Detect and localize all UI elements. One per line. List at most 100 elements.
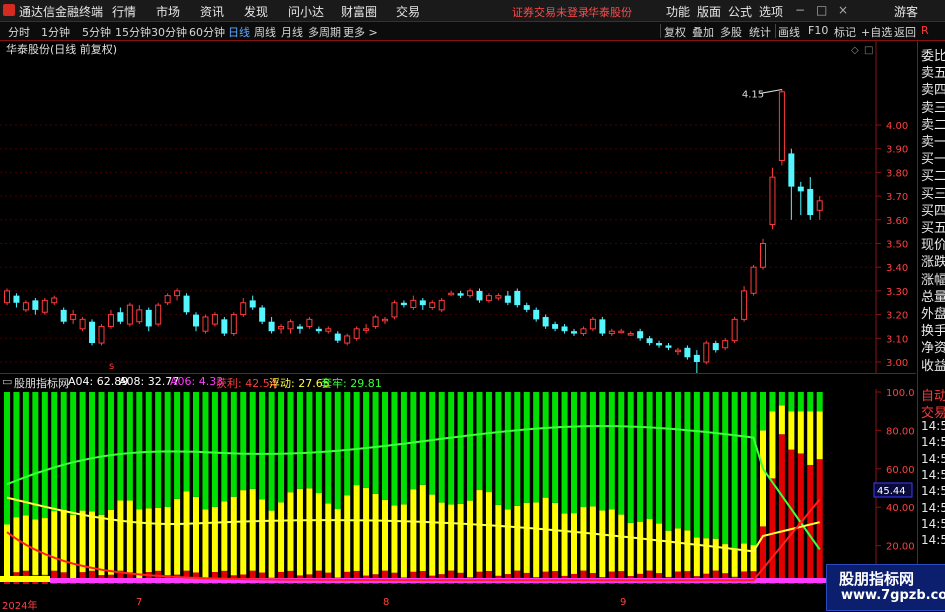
menu-item-gongshi[interactable]: 公式 [728,3,752,20]
candle-body [136,309,143,323]
candlestick-series[interactable] [4,89,823,373]
menu-item-caifuquan[interactable]: 财富圈 [341,3,377,20]
float-bar [608,509,615,572]
user-label[interactable]: 游客 [894,3,918,20]
quote-field-label[interactable]: 总量 [921,286,945,305]
price-tick-label: 3.10 [886,334,908,345]
trapped-bar [22,392,29,516]
candle-body [656,343,663,346]
indicator-chart[interactable]: 100.0 80.00 60.00 40.00 20.00 45.44 [0,389,916,599]
period-multi[interactable]: 多周期 [308,24,341,40]
menu-item-faxian[interactable]: 发现 [244,3,268,20]
quote-field-label[interactable]: 涨幅 [921,269,945,288]
period-fenshi[interactable]: 分时 [8,24,30,40]
quote-field-label[interactable]: 换手 [921,320,945,339]
candle-body [155,304,162,325]
float-bar [13,517,20,573]
float-bar [542,497,549,572]
candle-body [788,153,795,187]
float-bar [145,508,152,573]
quote-field-label[interactable]: 买四 [921,200,945,219]
action-back[interactable]: 返回 [894,24,916,40]
action-fuquan[interactable]: 复权 [664,24,686,40]
candle-body [599,319,606,334]
period-week[interactable]: 周线 [254,24,276,40]
quote-field-label[interactable]: 卖一 [921,131,945,150]
quote-field-label[interactable]: 现价 [921,234,945,253]
menu-item-banmian[interactable]: 版面 [697,3,721,20]
period-1min[interactable]: 1分钟 [41,24,70,40]
candle-body [353,328,360,339]
float-bar [136,509,143,578]
float-bar [363,487,370,576]
candle-body [107,314,114,327]
trade-login-warning[interactable]: 证券交易未登录 [512,4,589,20]
price-chart[interactable]: 4.00 3.90 3.80 3.70 3.60 3.50 3.40 3.30 3.20 3.10… [0,41,916,373]
profit-bar [816,459,823,584]
menu-item-jiaoyi[interactable]: 交易 [396,3,420,20]
quote-field-label[interactable]: 卖二 [921,114,945,133]
maximize-button[interactable]: □ [816,3,827,17]
period-more[interactable]: 更多 > [343,24,378,40]
quote-field-label[interactable]: 买三 [921,183,945,202]
candle-body [79,318,86,330]
quote-field-label[interactable]: 外盘 [921,303,945,322]
menu-item-xuanxiang[interactable]: 选项 [759,3,783,20]
float-bar [589,506,596,574]
action-huaxian[interactable]: 画线 [778,24,800,40]
period-5min[interactable]: 5分钟 [82,24,111,40]
trapped-bar [665,392,672,531]
period-60min[interactable]: 60分钟 [189,24,225,40]
float-bar [278,502,285,572]
tick-time: 14:56 [921,516,945,531]
indicator-menu-icon[interactable]: ▭ [2,375,12,388]
action-tongji[interactable]: 统计 [749,24,771,40]
action-f10[interactable]: F10 [808,24,828,37]
period-30min[interactable]: 30分钟 [151,24,187,40]
stock-name-link[interactable]: 华泰股份 [588,4,632,20]
quote-field-label[interactable]: 卖四 [921,79,945,98]
period-15min[interactable]: 15分钟 [115,24,151,40]
minimize-button[interactable]: − [795,3,805,17]
action-add-favorite[interactable]: +自选 [861,24,892,40]
close-button[interactable]: × [838,3,848,17]
action-diejia[interactable]: 叠加 [692,24,714,40]
quote-field-label[interactable]: 净资 [921,337,945,356]
menu-item-hangqing[interactable]: 行情 [112,3,136,20]
quote-field-label[interactable]: 涨跌 [921,251,945,270]
quote-field-label[interactable]: 委比 [921,45,945,64]
period-day[interactable]: 日线 [228,24,250,40]
candle-body [797,186,804,192]
action-duogu[interactable]: 多股 [720,24,742,40]
collapse-icon[interactable]: □ [864,45,873,56]
quote-field-label[interactable]: 买一 [921,148,945,167]
action-biaoji[interactable]: 标记 [834,24,856,40]
quote-field-label[interactable]: 收益 [921,355,945,374]
menu-item-zixun[interactable]: 资讯 [200,3,224,20]
candle-body [98,325,105,344]
quote-panel: R 委比 卖五 卖四 卖三 卖二 卖一 买一 买二 买三 买四 买五 现价 涨跌 涨幅 总量 外盘 换手 净资 收益… [917,24,945,609]
float-bar [665,530,672,577]
quote-field-label[interactable]: 卖三 [921,97,945,116]
menu-item-gongneng[interactable]: 功能 [666,3,690,20]
quote-field-label[interactable]: 买五 [921,217,945,236]
indicator-header: ▭ 股朋指标网 A04: 62.89 A08: 32.77 A06: 4.33 … [0,373,916,390]
float-bar [816,411,823,460]
period-month[interactable]: 月线 [281,24,303,40]
trapped-bar [533,392,540,503]
float-bar [202,509,209,578]
float-bar [514,505,521,571]
menu-item-wenxiaoda[interactable]: 问小达 [288,3,324,20]
candle-body [552,324,559,329]
float-bar [646,519,653,571]
tick-time: 14:55 [921,419,945,433]
diamond-icon[interactable]: ◇ [851,45,859,56]
quote-field-label[interactable]: 买二 [921,165,945,184]
float-bar [306,488,313,575]
watermark-url: www.7gpzb.com [841,588,945,603]
trapped-bar [79,392,86,511]
float-bar [419,484,426,571]
quote-field-label[interactable]: 卖五 [921,62,945,81]
price-grid [0,124,876,363]
menu-item-shichang[interactable]: 市场 [156,3,180,20]
